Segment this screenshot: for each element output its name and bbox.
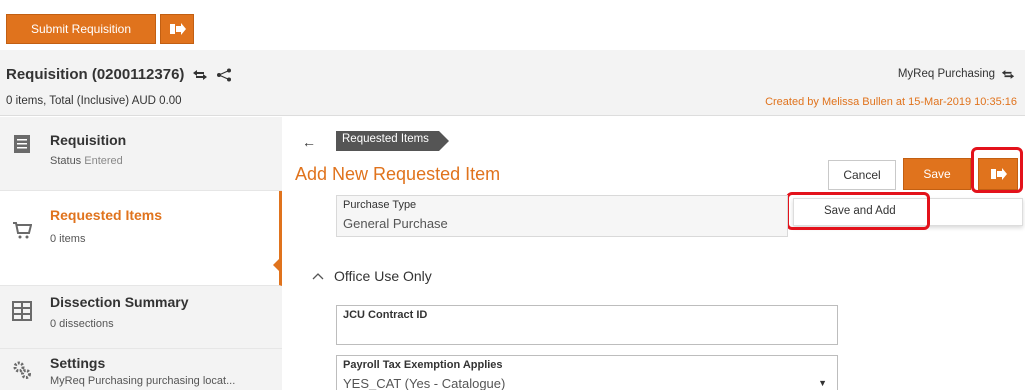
sidebar-item-settings[interactable]: Settings MyReq Purchasing purchasing loc… xyxy=(0,349,282,390)
field-label: JCU Contract ID xyxy=(343,309,428,321)
sidebar-item-sub: MyReq Purchasing purchasing locat... xyxy=(50,375,236,387)
field-value: General Purchase xyxy=(343,216,448,231)
payroll-tax-exemption-select[interactable]: Payroll Tax Exemption Applies YES_CAT (Y… xyxy=(336,355,838,390)
requisition-title: Requisition (0200112376) xyxy=(6,66,232,83)
save-button[interactable]: Save xyxy=(903,158,971,190)
cancel-button[interactable]: Cancel xyxy=(828,160,896,190)
swap-arrows-icon[interactable] xyxy=(192,69,208,81)
grid-icon xyxy=(12,301,32,321)
active-item-caret xyxy=(273,258,280,272)
created-by-link[interactable]: Melissa Bullen xyxy=(822,96,893,108)
gears-icon xyxy=(13,361,31,379)
document-icon xyxy=(14,135,30,153)
sidebar-item-label: Requisition xyxy=(50,132,127,148)
highlight-box xyxy=(971,147,1023,193)
cart-icon xyxy=(13,222,32,239)
submit-more-button[interactable] xyxy=(160,14,194,44)
sidebar-item-label: Requested Items xyxy=(50,207,163,223)
sidebar-item-requested-items[interactable]: Requested Items 0 items xyxy=(0,191,282,286)
submit-requisition-button[interactable]: Submit Requisition xyxy=(6,14,156,44)
requisition-summary: 0 items, Total (Inclusive) AUD 0.00 xyxy=(6,95,182,107)
swap-arrows-icon[interactable] xyxy=(1001,69,1015,80)
section-office-use-only[interactable]: Office Use Only xyxy=(312,268,432,284)
created-info: Created by Melissa Bullen at 15-Mar-2019… xyxy=(765,96,1017,108)
sidebar-item-label: Settings xyxy=(50,355,106,371)
top-toolbar: Submit Requisition xyxy=(0,0,1025,50)
sidebar-item-dissection-summary[interactable]: Dissection Summary 0 dissections xyxy=(0,286,282,349)
field-label: Payroll Tax Exemption Applies xyxy=(343,359,503,371)
page-title: Add New Requested Item xyxy=(295,164,501,184)
sidebar-item-label: Dissection Summary xyxy=(50,294,189,310)
highlight-box xyxy=(786,192,930,230)
share-icon[interactable] xyxy=(216,68,232,82)
chevron-up-icon[interactable] xyxy=(312,272,324,280)
field-value: YES_CAT (Yes - Catalogue) xyxy=(343,376,506,390)
contract-id-field[interactable]: JCU Contract ID xyxy=(336,305,838,345)
sidebar-item-count: 0 items xyxy=(50,233,86,245)
field-label: Purchase Type xyxy=(343,199,417,211)
sidebar-item-requisition[interactable]: Requisition Status Entered xyxy=(0,117,282,191)
sidebar-item-count: 0 dissections xyxy=(50,318,114,330)
forward-arrow-icon xyxy=(170,23,186,35)
breadcrumb[interactable]: Requested Items xyxy=(336,131,449,151)
back-arrow-icon[interactable]: ← xyxy=(302,134,316,150)
chevron-down-icon[interactable]: ▼ xyxy=(818,378,827,388)
purchase-type-field: Purchase Type General Purchase xyxy=(336,195,788,237)
sidebar-item-status: Status Entered xyxy=(50,155,123,167)
workflow-label: MyReq Purchasing xyxy=(898,68,1015,80)
sidebar: Requisition Status Entered Requested Ite… xyxy=(0,117,282,390)
